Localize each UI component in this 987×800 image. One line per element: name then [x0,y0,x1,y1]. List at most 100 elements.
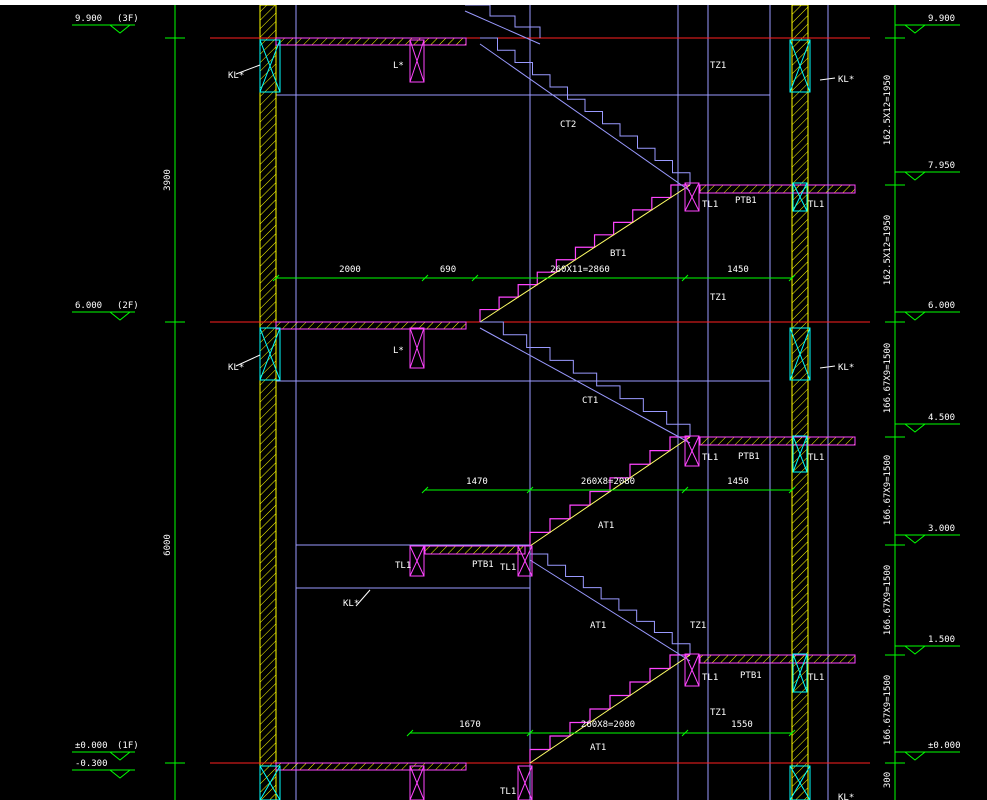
landing-slab [699,654,856,664]
beam-label-kl: KL* [838,75,854,85]
dimension-horizontal-label: 1670 [459,720,481,730]
stair-flight-down-soffit [479,43,691,192]
stair-flights [464,5,691,764]
elevation-right-value: ±0.000 [928,741,961,751]
beam-label-l: L* [393,61,404,71]
elevation-left-value: 9.900 [75,14,102,24]
stair-section-drawing: 9.900 (3F) 6.000 (2F) ±0.000 (1F) -0.300 9.900 7… [72,5,961,800]
label-leader [235,64,261,75]
elevation-left-value: -0.300 [75,759,108,769]
landing-beam-label: TL1 [702,200,718,210]
floor-lines [210,37,870,771]
column-label: TZ1 [710,293,726,303]
beam-label-l: L* [393,346,404,356]
beam-label-kl: KL* [228,71,244,81]
elevation-right-value: 3.000 [928,524,955,534]
elevation-right-value: 6.000 [928,301,955,311]
walls [259,5,809,800]
stair-flight-down [480,321,691,437]
dimension-horizontal-label: 260X8=2080 [581,720,635,730]
stair-label: AT1 [590,743,606,753]
dimension-right-label: 166.67X9=1500 [883,343,893,413]
stair-flight-down-soffit [479,327,691,444]
elevation-marker [108,311,132,321]
beam-label-kl: KL* [838,363,854,373]
dimension-horizontal-label: 260X8=2080 [581,477,635,487]
dimension-horizontal-label: 1450 [727,265,749,275]
dimension-right-label: 162.5X12=1950 [883,75,893,145]
floor-slab [275,321,467,330]
elevation-left-floor: (2F) [117,301,139,311]
dimension-horizontal-label: 2000 [339,265,361,275]
column-label: TZ1 [710,708,726,718]
stair-label: BT1 [610,249,626,259]
stair-label: CT2 [560,120,576,130]
landing-beam-label: TL1 [395,561,411,571]
floor-slab [275,762,467,771]
dimension-horizontal-label: 1450 [727,477,749,487]
beam-label-kl: KL* [228,363,244,373]
elevation-marker [903,534,927,544]
dimension-horizontal-label: 690 [440,265,456,275]
landing-slab [699,184,856,194]
dimension-lines [72,24,960,779]
dimension-left-label: 3900 [163,169,173,191]
elevation-right-value: 1.500 [928,635,955,645]
elevation-marker [108,769,132,779]
column-label: TZ1 [690,621,706,631]
elevation-marker [903,24,927,34]
elevation-marker [108,24,132,34]
dimension-right-label: 300 [883,772,893,788]
elevation-right-value: 4.500 [928,413,955,423]
stair-flight-down-soffit [529,559,691,662]
slab-label: PTB1 [740,671,762,681]
stair-flight-down [465,5,541,38]
stair-label: AT1 [590,621,606,631]
stair-flight-down [530,553,691,655]
landing-beam-label: TL1 [702,673,718,683]
elevation-marker [903,311,927,321]
beam-sections [259,39,811,800]
column-label: TZ1 [710,61,726,71]
label-leader [355,589,371,607]
beam-label-kl: KL* [838,793,854,800]
elevation-marker [903,423,927,433]
elevation-left-floor: (3F) [117,14,139,24]
wall-section [791,5,809,800]
dimension-left-label: 6000 [163,534,173,556]
dimension-right-label: 166.67X9=1500 [883,675,893,745]
stair-flight-up-soffit [479,184,691,323]
landing-slab [424,545,526,555]
elevation-marker [108,751,132,761]
dimension-right-label: 166.67X9=1500 [883,565,893,635]
dimension-right-label: 166.67X9=1500 [883,455,893,525]
landing-beam-label: TL1 [808,673,824,683]
elevation-marker [903,645,927,655]
stair-label: CT1 [582,396,598,406]
label-leader [235,354,261,367]
beam-label-kl: KL* [343,599,359,609]
slab-label: PTB1 [735,196,757,206]
elevation-right-value: 7.950 [928,161,955,171]
dimension-horizontal-label: 260X11=2860 [550,265,610,275]
elevation-left-value: 6.000 [75,301,102,311]
stair-flight-up-soffit [529,654,691,764]
elevation-right-value: 9.900 [928,14,955,24]
landing-beam-label: TL1 [500,563,516,573]
stair-label: AT1 [598,521,614,531]
landing-beam-label: TL1 [702,453,718,463]
landing-beam-label: TL1 [808,453,824,463]
slab-label: PTB1 [472,560,494,570]
grid-lines [174,5,896,800]
slab-label: PTB1 [738,452,760,462]
floor-slab [275,37,467,46]
elevation-marker [903,171,927,181]
elevation-left-value: ±0.000 [75,741,108,751]
elevation-left-floor: (1F) [117,741,139,751]
dimension-horizontal-label: 1470 [466,477,488,487]
landing-slab [699,436,856,446]
dimension-horizontal-label: 1550 [731,720,753,730]
stair-flight-down [480,37,691,185]
landing-beam-label: TL1 [808,200,824,210]
elevation-marker [903,751,927,761]
